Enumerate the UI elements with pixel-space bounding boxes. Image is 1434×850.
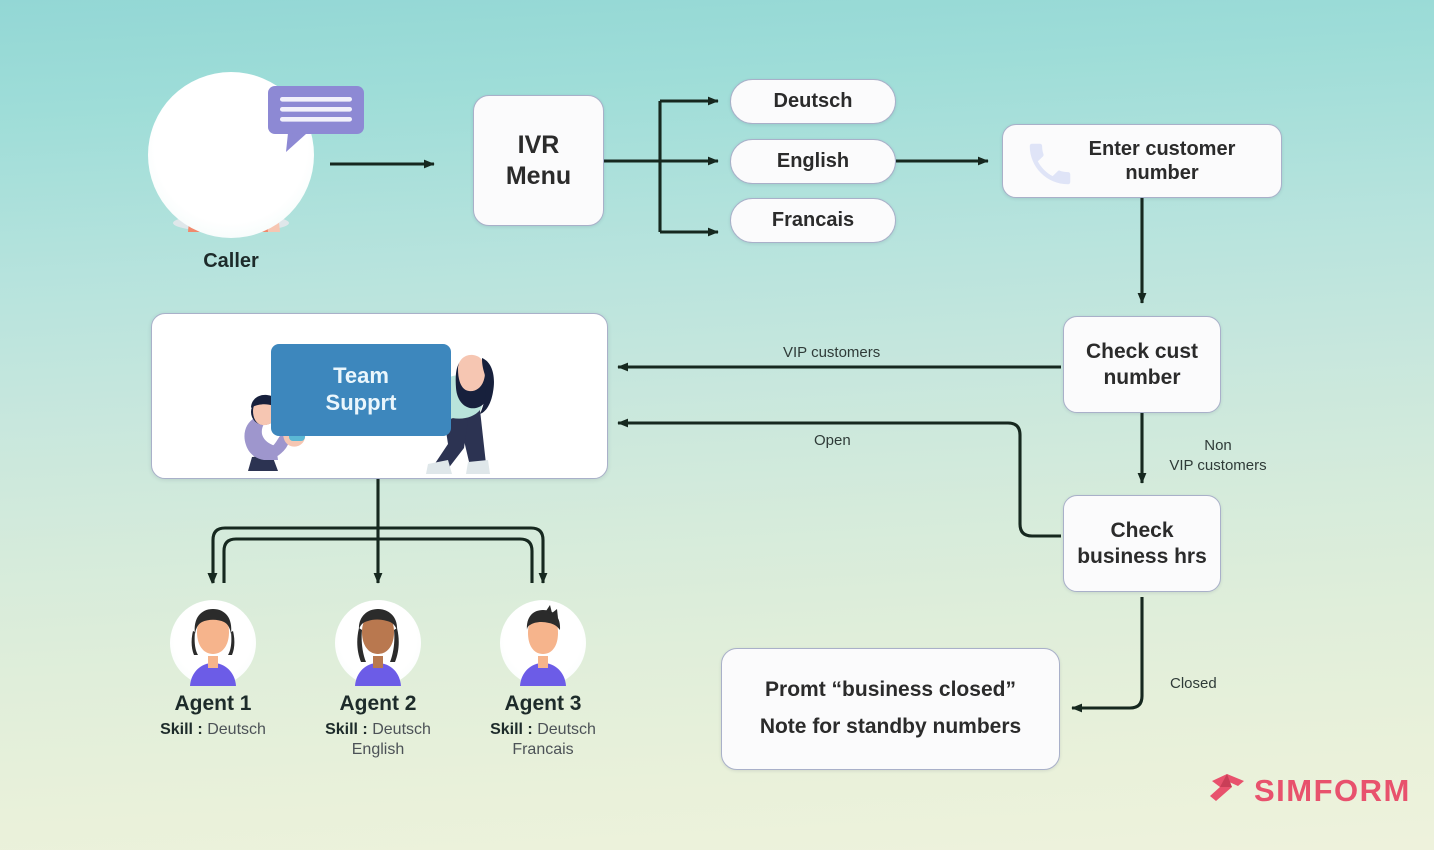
prompt-business-closed-text: Promt “business closed” Note for standby …	[759, 678, 1022, 738]
enter-customer-number-text: Enter customer number	[1088, 137, 1236, 184]
check-business-hours-text: Check business hrs	[1077, 518, 1207, 568]
non-vip-line1: Non	[1204, 437, 1232, 454]
agent-1-skill-label: Skill :	[160, 721, 203, 738]
language-label-francais: Francais	[771, 209, 855, 232]
phone-handset-icon	[1029, 143, 1071, 185]
agent-card-1[interactable]: Agent 1 Skill : Deutsch	[133, 600, 293, 740]
agent-card-2[interactable]: Agent 2 Skill : Deutsch English	[298, 600, 458, 760]
ivr-menu-text: IVR Menu	[505, 131, 572, 190]
edge-label-closed: Closed	[1170, 675, 1217, 692]
caller-label: Caller	[203, 250, 259, 272]
check-cust-number-text: Check cust number	[1085, 339, 1199, 389]
chat-bubble-icon	[268, 86, 364, 152]
node-language-francais[interactable]: Francais	[730, 198, 896, 243]
agent-3-skill-value-1: Deutsch	[537, 721, 596, 738]
avatar-person-icon	[190, 609, 236, 686]
agent-3-avatar	[500, 600, 586, 686]
node-enter-customer-number[interactable]: Enter customer number	[1002, 124, 1282, 198]
language-label-english: English	[776, 150, 850, 173]
agent-3-name: Agent 3	[504, 692, 582, 715]
agent-2-skill-label: Skill :	[325, 721, 368, 738]
team-support-banner: Team Supprt	[271, 344, 451, 436]
agent-3-skill-label: Skill :	[490, 721, 533, 738]
agent-1-name: Agent 1	[174, 692, 252, 715]
node-language-deutsch[interactable]: Deutsch	[730, 79, 896, 124]
node-language-english[interactable]: English	[730, 139, 896, 184]
flowchart-canvas: Caller IVR Menu Deutsch English Francais …	[0, 0, 1434, 850]
edge-label-open: Open	[814, 432, 851, 449]
agent-1-skill-value-1: Deutsch	[207, 721, 266, 738]
agent-2-skill-value-2: English	[351, 741, 405, 758]
agent-card-3[interactable]: Agent 3 Skill : Deutsch Francais	[463, 600, 623, 760]
agent-2-skill-value-1: Deutsch	[372, 721, 431, 738]
non-vip-line2: VIP customers	[1169, 457, 1267, 475]
edge-label-non-vip-customers: Non VIP customers	[1163, 436, 1273, 477]
avatar-person-icon	[520, 605, 566, 686]
agent-2-name: Agent 2	[339, 692, 417, 715]
simform-logo-text: SIMFORM	[1254, 773, 1411, 808]
team-support-banner-text: Team Supprt	[325, 363, 397, 415]
agent-1-avatar	[170, 600, 256, 686]
node-check-business-hours[interactable]: Check business hrs	[1063, 495, 1221, 592]
edge-label-vip-customers: VIP customers	[783, 344, 881, 361]
edge-closed-to-prompt	[1071, 597, 1144, 713]
caller-illustration	[148, 72, 364, 238]
simform-logo-icon	[1210, 774, 1244, 801]
node-ivr-menu[interactable]: IVR Menu	[473, 95, 604, 226]
avatar-person-icon	[355, 609, 401, 686]
edge-branch-bar	[211, 526, 545, 541]
agent-2-avatar	[335, 600, 421, 686]
agent-1-skill: Skill : Deutsch	[133, 720, 293, 740]
simform-logo[interactable]: SIMFORM	[1208, 772, 1411, 810]
node-team-support[interactable]: Team Supprt	[151, 313, 608, 479]
node-prompt-business-closed[interactable]: Promt “business closed” Note for standby …	[721, 648, 1060, 770]
node-check-cust-number[interactable]: Check cust number	[1063, 316, 1221, 413]
agent-3-skill: Skill : Deutsch Francais	[463, 720, 623, 760]
agent-2-skill: Skill : Deutsch English	[298, 720, 458, 760]
agent-3-skill-value-2: Francais	[512, 741, 574, 758]
language-label-deutsch: Deutsch	[773, 90, 853, 113]
